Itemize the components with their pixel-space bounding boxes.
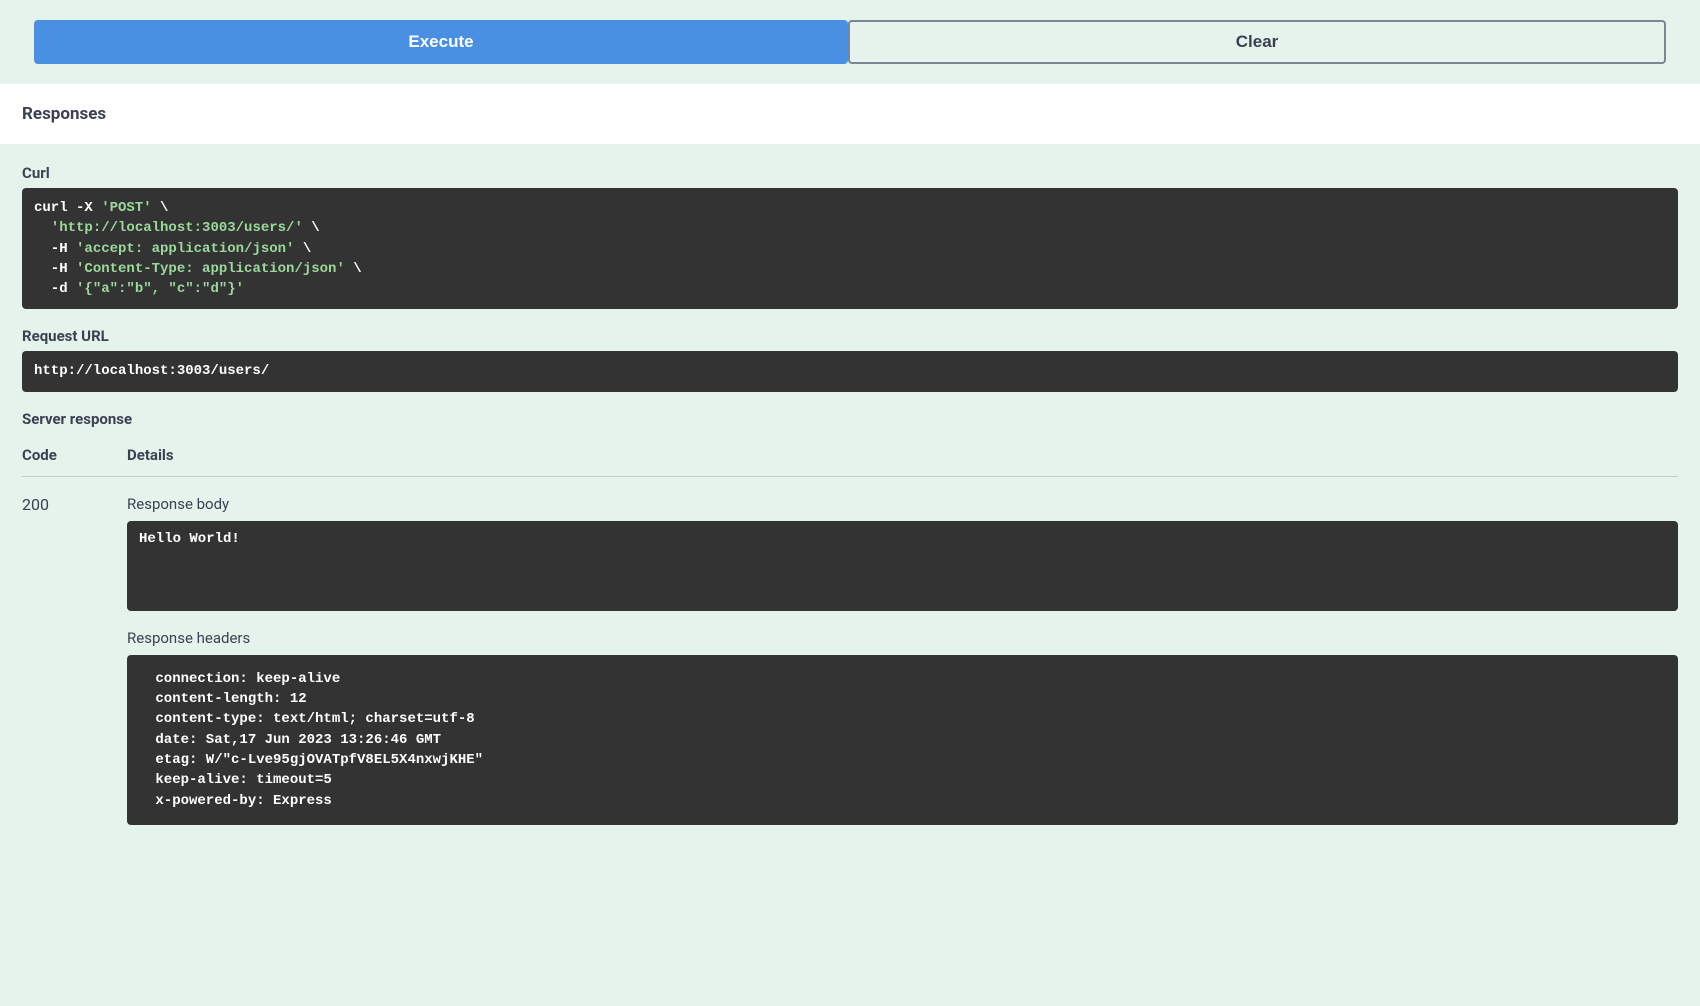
curl-text: curl -X	[34, 200, 101, 216]
execute-button[interactable]: Execute	[34, 20, 848, 64]
response-table-header: Code Details	[22, 436, 1678, 477]
response-headers-label: Response headers	[127, 629, 1678, 647]
response-details: Response body Hello World! Response head…	[127, 495, 1678, 825]
response-code: 200	[22, 495, 127, 825]
curl-method: 'POST'	[101, 200, 151, 216]
request-url-label: Request URL	[22, 327, 1678, 345]
curl-header-accept: 'accept: application/json'	[76, 241, 294, 257]
response-body-label: Response body	[127, 495, 1678, 513]
code-column-header: Code	[22, 446, 127, 464]
curl-label: Curl	[22, 164, 1678, 182]
action-button-row: Execute Clear	[0, 0, 1700, 84]
request-url-block[interactable]: http://localhost:3003/users/	[22, 351, 1678, 391]
clear-button[interactable]: Clear	[848, 20, 1666, 64]
curl-code-block[interactable]: curl -X 'POST' \ 'http://localhost:3003/…	[22, 188, 1678, 309]
details-column-header: Details	[127, 446, 1678, 464]
curl-header-content-type: 'Content-Type: application/json'	[76, 261, 345, 277]
response-body-block[interactable]: Hello World!	[127, 521, 1678, 611]
responses-content: Curl curl -X 'POST' \ 'http://localhost:…	[0, 144, 1700, 847]
responses-heading: Responses	[0, 84, 1700, 144]
server-response-label: Server response	[22, 410, 1678, 428]
curl-body: '{"a":"b", "c":"d"}'	[76, 281, 244, 297]
curl-url: 'http://localhost:3003/users/'	[51, 220, 303, 236]
response-row: 200 Response body Hello World! Response …	[22, 477, 1678, 825]
response-headers-block[interactable]: connection: keep-alive content-length: 1…	[127, 655, 1678, 825]
